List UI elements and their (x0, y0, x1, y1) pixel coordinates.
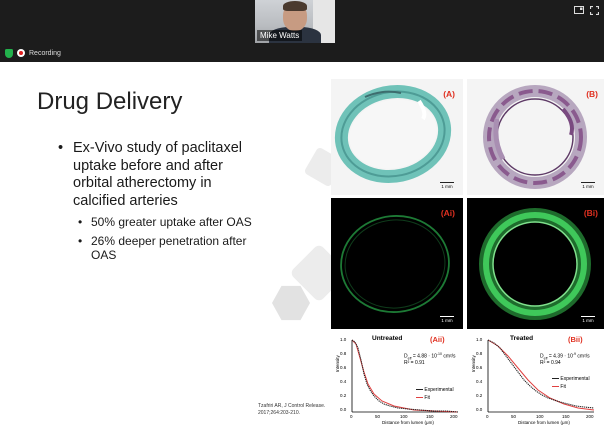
x-tick: 50 (511, 414, 517, 419)
r-squared: R² = 0.94 (540, 360, 561, 366)
scale-bar: 1 mm (581, 316, 595, 323)
graph-title: Untreated (372, 335, 403, 342)
scale-bar-label: 1 mm (441, 184, 453, 189)
x-axis-label: Distance from lumen (μm) (382, 420, 434, 425)
y-tick: 0.2 (476, 393, 483, 398)
legend-fit: Fit (552, 384, 566, 390)
recording-icon (17, 49, 25, 57)
scale-bar-label: 1 mm (582, 184, 594, 189)
intensity-graph-treated: Treated (Bii) Deff = 4.39 · 10-9 cm²/s R… (470, 334, 596, 426)
histology-panel-a: (A) 1 mm (331, 79, 463, 195)
graph-title: Treated (510, 335, 534, 342)
x-tick: 200 (450, 414, 458, 419)
citation-line: Tzafriri AR, J Control Release. (258, 403, 326, 409)
x-tick: 50 (375, 414, 381, 419)
sub-bullet-item: 50% greater uptake after OAS (78, 215, 258, 229)
scale-bar-label: 1 mm (441, 318, 453, 323)
treated-artery-stain-image (483, 85, 587, 189)
y-tick: 0.8 (476, 351, 483, 356)
x-axis-label: Distance from lumen (μm) (518, 420, 570, 425)
y-tick: 1.0 (476, 337, 483, 342)
recording-label: Recording (29, 49, 61, 57)
x-tick: 100 (536, 414, 544, 419)
x-tick: 0 (350, 414, 353, 419)
x-tick: 150 (426, 414, 434, 419)
panel-label-ai: (Ai) (440, 208, 455, 218)
y-tick: 0.4 (340, 379, 347, 384)
x-tick: 100 (400, 414, 408, 419)
panel-label-bi: (Bi) (583, 208, 598, 218)
y-tick: 0.6 (476, 365, 483, 370)
histology-panel-b: (B) 1 mm (467, 79, 604, 195)
y-tick: 1.0 (340, 337, 347, 342)
panel-label-a: (A) (443, 89, 455, 99)
scale-bar-label: 1 mm (582, 318, 594, 323)
scale-bar: 1 mm (440, 316, 454, 323)
panel-label-b: (B) (586, 89, 598, 99)
legend-fit: Fit (416, 395, 430, 401)
sub-bullet-list: 50% greater uptake after OAS 26% deeper … (78, 215, 258, 262)
bullet-item: Ex-Vivo study of paclitaxel uptake befor… (58, 140, 258, 262)
meeting-top-bar: Mike Watts Recording (0, 0, 604, 62)
y-tick: 0.0 (340, 407, 347, 412)
x-tick: 200 (586, 414, 594, 419)
x-tick: 0 (486, 414, 489, 419)
y-tick: 0.0 (476, 407, 483, 412)
participant-hair (283, 1, 307, 11)
scale-bar: 1 mm (581, 182, 595, 189)
legend-experimental: Experimental (552, 376, 590, 382)
slide-bullet-list: Ex-Vivo study of paclitaxel uptake befor… (58, 140, 258, 267)
y-tick: 0.8 (340, 351, 347, 356)
legend-experimental: Experimental (416, 387, 454, 393)
y-tick: 0.2 (340, 393, 347, 398)
r-squared: R² = 0.91 (404, 360, 425, 366)
citation: Tzafriri AR, J Control Release. 2017;264… (258, 403, 325, 416)
participant-name-label: Mike Watts (257, 30, 303, 41)
recording-indicator: Recording (5, 47, 61, 59)
bullet-text: Ex-Vivo study of paclitaxel uptake befor… (73, 140, 242, 209)
view-layout-icon[interactable] (574, 6, 584, 14)
fluorescence-panel-ai: (Ai) 1 mm (331, 198, 463, 329)
slide-title: Drug Delivery (37, 88, 183, 115)
x-tick: 150 (562, 414, 570, 419)
fullscreen-icon[interactable] (590, 6, 599, 15)
panel-label-aii: (Aii) (430, 335, 445, 344)
intensity-graph-untreated: Untreated (Aii) Deff = 4.88 · 10-10 cm²/… (334, 334, 460, 426)
y-tick: 0.4 (476, 379, 483, 384)
graph-plot (351, 339, 459, 413)
panel-label-bii: (Bii) (568, 335, 583, 344)
security-shield-icon[interactable] (5, 48, 13, 58)
scale-bar: 1 mm (440, 182, 454, 189)
y-tick: 0.6 (340, 365, 347, 370)
hexagon-decoration (272, 285, 310, 321)
sub-bullet-item: 26% deeper penetration after OAS (78, 234, 258, 262)
fluorescence-panel-bi: (Bi) 1 mm (467, 198, 604, 329)
citation-line: 2017;264:203-210. (258, 409, 300, 416)
participant-video-tile[interactable]: Mike Watts (255, 0, 335, 43)
